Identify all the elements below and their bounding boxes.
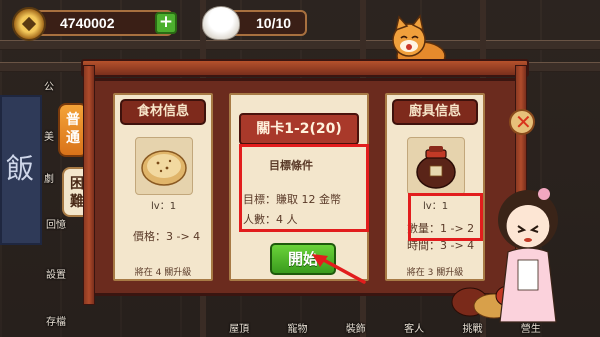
side-menu-beauty[interactable]: 美	[44, 128, 54, 143]
kitchenware-item-frame	[407, 137, 465, 195]
close-button[interactable]: ✕	[509, 109, 535, 135]
ingredient-level: lv：1	[151, 201, 177, 212]
add-coins-button[interactable]: +	[155, 12, 177, 34]
shop-banner: 飯	[0, 95, 42, 245]
goal-highlight-box	[239, 144, 369, 232]
ingredient-card: 食材信息 lv：1 價格：3 -> 4 將在 4 關升級	[113, 93, 213, 281]
kitchenware-highlight-box	[408, 193, 483, 241]
coin-counter: 4740002 +	[12, 7, 177, 41]
coin-value: 4740002	[60, 15, 115, 31]
kitchenware-card: 廚具信息 lv：1 數量：1 -> 2 時間：3 -> 4 將在 3 關升級	[385, 93, 485, 281]
nav-pets[interactable]: 寵物	[287, 320, 307, 337]
kitchenware-card-title: 廚具信息	[392, 99, 478, 125]
ingredient-price: 價格：3 -> 4	[133, 230, 201, 243]
ingredient-item-frame	[135, 137, 193, 195]
arrow-pointer-icon	[312, 254, 366, 284]
banner-glyph: 飯	[6, 152, 35, 185]
nav-rooftop[interactable]: 屋頂	[229, 320, 249, 337]
panel-pole-left	[83, 65, 95, 305]
panel-roof	[81, 59, 529, 77]
ingredient-upgrade-note: 將在 4 關升級	[134, 268, 192, 278]
nav-guests[interactable]: 客人	[404, 320, 424, 337]
ingredient-card-title: 食材信息	[120, 99, 206, 125]
bun-value: 10/10	[256, 15, 292, 31]
side-menu-memories[interactable]: 回憶	[46, 216, 66, 231]
nav-challenge[interactable]: 挑戰	[462, 320, 482, 337]
wine-jar-icon	[416, 146, 456, 189]
ceiling-beam	[0, 40, 600, 50]
side-menu-save[interactable]: 存檔	[46, 313, 66, 328]
close-icon: ✕	[515, 110, 532, 134]
coin-icon	[12, 7, 46, 41]
stage-title: 關卡1-2(20)	[239, 113, 359, 145]
side-menu-settings[interactable]: 設置	[46, 266, 66, 281]
steamed-bun-icon	[202, 6, 240, 40]
pancake-icon	[141, 150, 187, 186]
nav-decor[interactable]: 裝飾	[346, 320, 366, 337]
chef-girl-character	[498, 188, 558, 323]
side-menu-story[interactable]: 劇	[44, 170, 54, 185]
side-menu-notice[interactable]: 公	[44, 78, 54, 93]
bun-counter: 10/10	[202, 6, 307, 40]
